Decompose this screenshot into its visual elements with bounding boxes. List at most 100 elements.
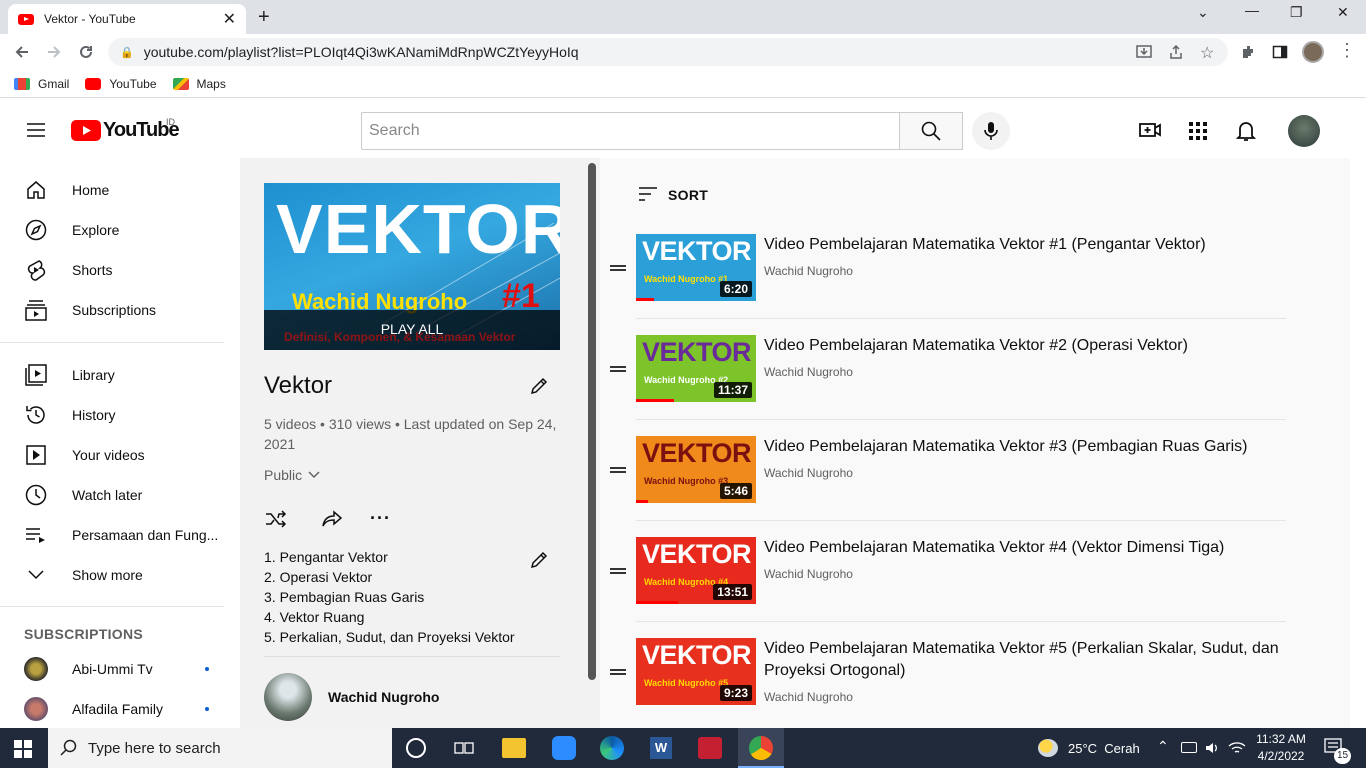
- playlist-video-row[interactable]: VEKTOR Wachid Nugroho #3 5:46 Video Pembela…: [600, 436, 1290, 536]
- install-icon[interactable]: [1136, 44, 1152, 60]
- weather-icon[interactable]: [1038, 739, 1058, 757]
- weather-text[interactable]: 25°C Cerah: [1068, 741, 1140, 756]
- cortana-icon[interactable]: [406, 738, 426, 758]
- zoom-app-icon[interactable]: [552, 736, 576, 760]
- playlist-video-row[interactable]: VEKTOR Wachid Nugroho #1 6:20 Video Pembela…: [600, 234, 1290, 334]
- word-app-icon[interactable]: W: [650, 737, 672, 759]
- chrome-menu-icon[interactable]: ⋮: [1338, 40, 1356, 61]
- sidebar-item-shorts[interactable]: Shorts: [0, 250, 240, 290]
- video-channel[interactable]: Wachid Nugroho: [764, 690, 853, 704]
- sort-button[interactable]: [638, 186, 658, 202]
- battery-icon[interactable]: [1181, 742, 1197, 753]
- edit-title-button[interactable]: [529, 376, 549, 396]
- reload-button[interactable]: [76, 42, 96, 62]
- duration-badge: 6:20: [719, 281, 752, 297]
- edit-description-button[interactable]: [529, 550, 549, 570]
- bookmark-maps[interactable]: Maps: [172, 77, 226, 91]
- bookmark-youtube[interactable]: YouTube: [85, 77, 157, 91]
- show-hidden-icons-icon[interactable]: ⌃: [1157, 738, 1169, 755]
- youtube-logo[interactable]: YouTube: [71, 119, 180, 142]
- sidebar-item-library[interactable]: Library: [0, 355, 240, 395]
- shuffle-button[interactable]: [265, 510, 287, 528]
- video-channel[interactable]: Wachid Nugroho: [764, 567, 853, 581]
- edge-browser-icon[interactable]: [600, 736, 624, 760]
- forward-button[interactable]: [44, 42, 64, 62]
- share-button[interactable]: [321, 510, 343, 528]
- subscription-channel[interactable]: Abi-Ummi Tv: [0, 649, 240, 689]
- sidebar-item-subscriptions[interactable]: Subscriptions: [0, 290, 240, 330]
- sidebar-item-explore[interactable]: Explore: [0, 210, 240, 250]
- privacy-dropdown[interactable]: Public: [264, 467, 320, 483]
- sidebar-item-home[interactable]: Home: [0, 170, 240, 210]
- restore-button[interactable]: ❐: [1290, 4, 1303, 21]
- video-channel[interactable]: Wachid Nugroho: [764, 365, 853, 379]
- new-content-dot: [205, 667, 209, 671]
- profile-avatar[interactable]: [1302, 41, 1324, 63]
- sidebar-item-history[interactable]: History: [0, 395, 240, 435]
- owner-avatar[interactable]: [264, 673, 312, 721]
- mendeley-app-icon[interactable]: [698, 737, 722, 759]
- extensions-icon[interactable]: [1240, 44, 1256, 60]
- close-window-button[interactable]: ✕: [1337, 4, 1349, 21]
- scrollbar-thumb[interactable]: [588, 163, 596, 680]
- video-thumbnail[interactable]: VEKTOR Wachid Nugroho #3 5:46: [636, 436, 756, 503]
- chrome-taskbar-button[interactable]: [738, 728, 784, 768]
- new-tab-button[interactable]: +: [258, 6, 270, 29]
- notifications-bell-icon[interactable]: [1236, 120, 1256, 142]
- playlist-video-row[interactable]: VEKTOR Wachid Nugroho #5 9:23 Video Pembela…: [600, 638, 1290, 738]
- minimize-button[interactable]: —: [1245, 2, 1259, 18]
- back-button[interactable]: [12, 42, 32, 62]
- playlist-video-row[interactable]: VEKTOR Wachid Nugroho #4 13:51 Video Pembel…: [600, 537, 1290, 637]
- user-avatar[interactable]: [1288, 115, 1320, 147]
- clock[interactable]: 11:32 AM 4/2/2022: [1252, 731, 1310, 765]
- search-input[interactable]: Search: [361, 112, 900, 150]
- volume-icon[interactable]: [1204, 740, 1220, 756]
- video-thumbnail[interactable]: VEKTOR Wachid Nugroho #2 11:37: [636, 335, 756, 402]
- video-title[interactable]: Video Pembelajaran Matematika Vektor #5 …: [764, 638, 1289, 682]
- sidebar-item-your-videos[interactable]: Your videos: [0, 435, 240, 475]
- video-channel[interactable]: Wachid Nugroho: [764, 466, 853, 480]
- apps-grid-icon[interactable]: [1189, 122, 1207, 140]
- watch-progress-bar: [636, 399, 675, 402]
- task-view-icon[interactable]: [454, 740, 474, 756]
- video-title[interactable]: Video Pembelajaran Matematika Vektor #3 …: [764, 436, 1289, 458]
- bookmark-star-icon[interactable]: ☆: [1200, 43, 1214, 63]
- side-panel-icon[interactable]: [1272, 44, 1288, 60]
- sidebar-item-watch-later[interactable]: Watch later: [0, 475, 240, 515]
- video-title[interactable]: Video Pembelajaran Matematika Vektor #2 …: [764, 335, 1289, 357]
- voice-search-button[interactable]: [972, 112, 1010, 150]
- hamburger-menu-icon[interactable]: [26, 122, 46, 138]
- video-title[interactable]: Video Pembelajaran Matematika Vektor #1 …: [764, 234, 1289, 256]
- video-thumbnail[interactable]: VEKTOR Wachid Nugroho #5 9:23: [636, 638, 756, 705]
- video-thumbnail[interactable]: VEKTOR Wachid Nugroho #1 6:20: [636, 234, 756, 301]
- sort-label[interactable]: SORT: [668, 187, 708, 203]
- wifi-icon[interactable]: [1228, 740, 1246, 756]
- search-button[interactable]: [899, 112, 963, 150]
- owner-name[interactable]: Wachid Nugroho: [328, 689, 439, 705]
- play-all-overlay[interactable]: Definisi, Komponen, & Kesamaan Vektor PL…: [264, 310, 560, 350]
- windows-start-button[interactable]: [14, 740, 32, 758]
- share-icon[interactable]: [1168, 44, 1184, 60]
- drag-handle-icon[interactable]: [610, 265, 626, 271]
- close-tab-icon[interactable]: ✕: [223, 9, 236, 29]
- drag-handle-icon[interactable]: [610, 568, 626, 574]
- drag-handle-icon[interactable]: [610, 467, 626, 473]
- drag-handle-icon[interactable]: [610, 669, 626, 675]
- create-video-icon[interactable]: [1139, 120, 1161, 140]
- address-bar[interactable]: 🔒 youtube.com/playlist?list=PLOIqt4Qi3wK…: [108, 38, 1228, 66]
- more-actions-icon[interactable]: ···: [370, 508, 391, 529]
- subscription-channel[interactable]: Alfadila Family: [0, 689, 240, 729]
- drag-handle-icon[interactable]: [610, 366, 626, 372]
- tab-search-icon[interactable]: ⌄: [1197, 4, 1209, 21]
- video-thumbnail[interactable]: VEKTOR Wachid Nugroho #4 13:51: [636, 537, 756, 604]
- playlist-thumbnail[interactable]: VEKTOR Wachid Nugroho #1 Definisi, Kompo…: [264, 183, 560, 350]
- sidebar-item-playlist[interactable]: Persamaan dan Fung...: [0, 515, 240, 555]
- bookmark-gmail[interactable]: Gmail: [14, 77, 69, 91]
- video-channel[interactable]: Wachid Nugroho: [764, 264, 853, 278]
- playlist-video-row[interactable]: VEKTOR Wachid Nugroho #2 11:37 Video Pembel…: [600, 335, 1290, 435]
- video-title[interactable]: Video Pembelajaran Matematika Vektor #4 …: [764, 537, 1289, 559]
- browser-tab[interactable]: Vektor - YouTube ✕: [8, 4, 246, 34]
- sidebar-show-more[interactable]: Show more: [0, 555, 240, 595]
- taskbar-search[interactable]: Type here to search: [48, 728, 392, 768]
- file-explorer-icon[interactable]: [502, 738, 526, 758]
